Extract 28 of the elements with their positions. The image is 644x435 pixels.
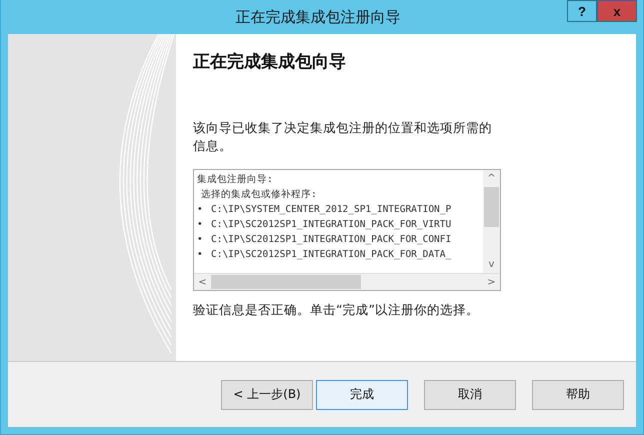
close-button[interactable]: x <box>597 0 637 22</box>
list-line: C:\IP\SC2012SP1_INTEGRATION_PACK_FOR_VIRTU <box>211 219 452 230</box>
horizontal-scrollbar[interactable]: < > <box>194 273 500 290</box>
list-line: 集成包注册向导: <box>197 174 273 185</box>
verify-text: 验证信息是否正确。单击“完成”以注册你的选择。 <box>193 302 480 319</box>
bullet-mark: • <box>197 248 204 262</box>
list-line: C:\IP\SC2012SP1_INTEGRATION_PACK_FOR_CONFI <box>211 234 452 245</box>
bullet-mark: • <box>197 203 204 217</box>
scroll-down-button[interactable]: v <box>483 256 500 273</box>
bullet-mark: • <box>197 233 204 247</box>
vertical-scrollbar[interactable]: ^ v <box>483 170 500 273</box>
intro-text: 该向导已收集了决定集成包注册的位置和选项所需的信息。 <box>193 119 493 155</box>
page-heading: 正在完成集成包向导 <box>193 51 347 73</box>
scroll-thumb[interactable] <box>484 187 499 227</box>
dialog-button[interactable]: < 上一步(B) <box>221 380 313 410</box>
help-button[interactable]: ? <box>567 0 597 22</box>
bullet-mark: • <box>197 218 204 232</box>
scroll-up-button[interactable]: ^ <box>483 170 500 187</box>
dialog-button[interactable]: 帮助 <box>532 380 624 410</box>
scroll-left-button[interactable]: < <box>194 274 211 291</box>
scroll-right-button[interactable]: > <box>483 274 500 291</box>
window-title: 正在完成集成包注册向导 <box>234 8 402 26</box>
dialog-button[interactable]: 取消 <box>424 380 516 410</box>
scroll-thumb[interactable] <box>211 275 361 289</box>
list-line: 选择的集成包或修补程序: <box>200 189 317 200</box>
list-line: C:\IP\SC2012SP1_INTEGRATION_PACK_FOR_DATA_ <box>211 249 452 260</box>
dialog-button[interactable]: 完成 <box>316 380 408 410</box>
list-line: C:\IP\SYSTEM_CENTER_2012_SP1_INTEGRATION_P <box>211 204 452 215</box>
